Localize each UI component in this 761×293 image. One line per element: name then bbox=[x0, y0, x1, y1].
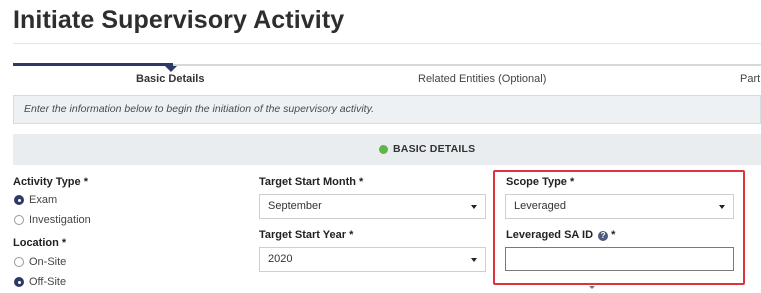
target-start-year-value: 2020 bbox=[268, 253, 293, 265]
radio-unchecked-icon bbox=[14, 257, 24, 267]
target-start-month-select[interactable]: September bbox=[259, 194, 486, 219]
target-start-month-value: September bbox=[268, 200, 322, 212]
stepper-progress bbox=[13, 63, 173, 66]
location-label: Location * bbox=[13, 237, 67, 249]
radio-off-site-label: Off-Site bbox=[29, 276, 67, 288]
title-divider bbox=[13, 43, 761, 44]
wizard-stepper: Basic Details Related Entities (Optional… bbox=[13, 62, 761, 90]
info-banner: Enter the information below to begin the… bbox=[13, 95, 761, 124]
target-start-year-select[interactable]: 2020 bbox=[259, 247, 486, 272]
status-dot-icon bbox=[379, 145, 388, 154]
chevron-down-icon bbox=[471, 258, 477, 262]
radio-checked-icon bbox=[14, 277, 24, 287]
step-basic-details[interactable]: Basic Details bbox=[136, 73, 204, 85]
chevron-down-icon bbox=[471, 205, 477, 209]
page-title: Initiate Supervisory Activity bbox=[13, 6, 345, 34]
radio-checked-icon bbox=[14, 195, 24, 205]
scroll-down-icon bbox=[589, 286, 595, 289]
step-part[interactable]: Part bbox=[740, 73, 760, 85]
target-start-year-label: Target Start Year * bbox=[259, 229, 354, 241]
radio-exam-label: Exam bbox=[29, 194, 58, 206]
section-title: BASIC DETAILS bbox=[393, 143, 476, 155]
activity-type-label: Activity Type * bbox=[13, 176, 88, 188]
step-related-entities[interactable]: Related Entities (Optional) bbox=[418, 73, 546, 85]
radio-unchecked-icon bbox=[14, 215, 24, 225]
annotation-highlight-box bbox=[493, 170, 745, 285]
target-start-month-label: Target Start Month * bbox=[259, 176, 364, 188]
section-header-basic-details: BASIC DETAILS bbox=[13, 134, 761, 165]
stepper-active-caret-icon bbox=[165, 66, 177, 72]
radio-on-site-label: On-Site bbox=[29, 256, 67, 268]
radio-investigation-label: Investigation bbox=[29, 214, 91, 226]
